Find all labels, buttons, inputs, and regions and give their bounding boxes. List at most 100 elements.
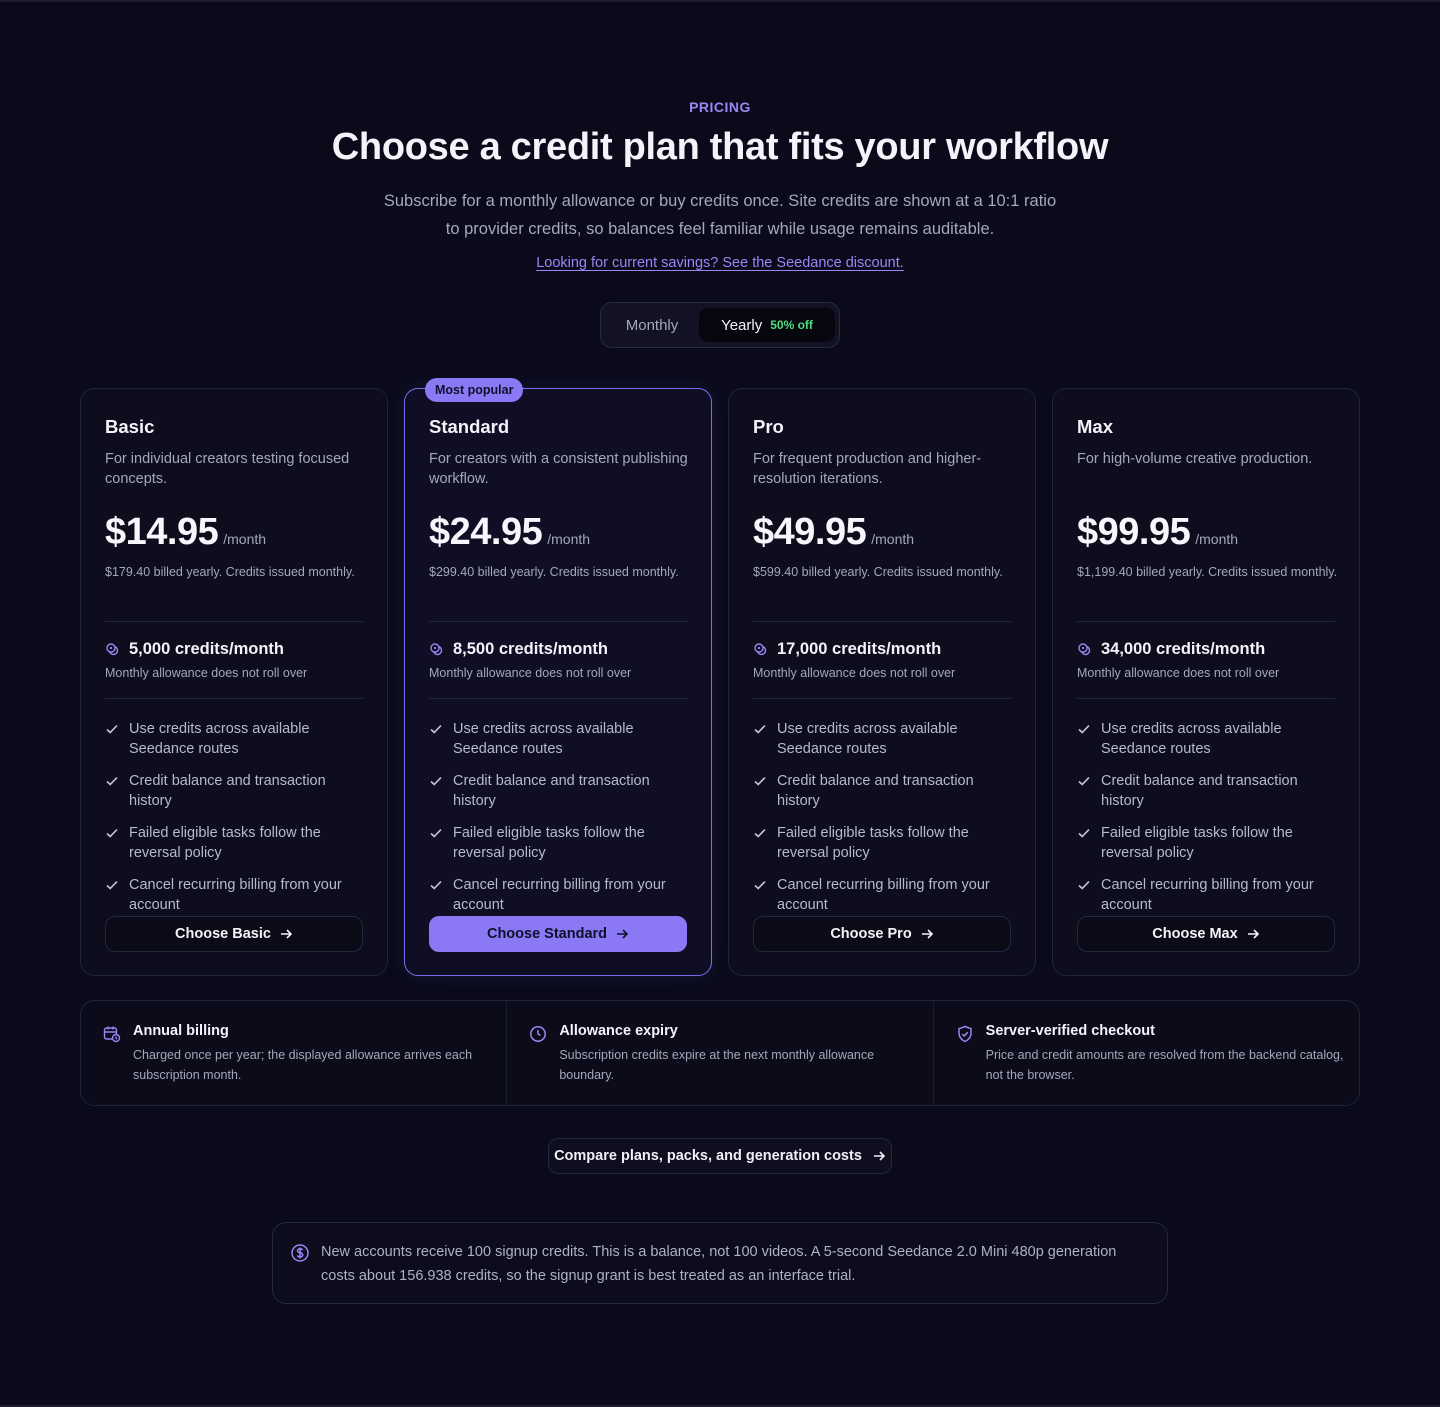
price-amount: $24.95 [429, 511, 543, 553]
coins-icon [1078, 642, 1091, 655]
toggle-yearly[interactable]: Yearly 50% off [699, 308, 835, 342]
coins-icon [430, 642, 443, 655]
price-amount: $49.95 [753, 511, 867, 553]
info-allowance-expiry: Allowance expiry Subscription credits ex… [506, 1001, 932, 1105]
feature-item: Use credits across available Seedance ro… [429, 719, 691, 759]
feature-item: Credit balance and transaction history [753, 771, 1015, 811]
check-icon [106, 724, 118, 734]
credits-row: 34,000 credits/month [1077, 640, 1265, 659]
plan-name: Basic [105, 416, 155, 437]
shield-check-icon [957, 1025, 972, 1043]
divider [429, 698, 687, 699]
plan-description: For creators with a consistent publishin… [429, 451, 688, 487]
info-title: Allowance expiry [559, 1023, 678, 1039]
arrow-right-icon [921, 929, 933, 939]
info-strip: Annual billing Charged once per year; th… [80, 1000, 1360, 1106]
credits-amount: 8,500 credits/month [453, 640, 608, 658]
price-period: /month [547, 531, 591, 547]
check-icon [1078, 776, 1090, 786]
price-amount: $99.95 [1077, 511, 1191, 553]
clock-icon [530, 1026, 547, 1042]
compare-plans-button[interactable]: Compare plans, packs, and generation cos… [548, 1138, 892, 1174]
price-amount: $14.95 [105, 511, 219, 553]
info-text: Price and credit amounts are resolved fr… [985, 1048, 1344, 1082]
check-icon [754, 776, 766, 786]
check-icon [754, 724, 766, 734]
arrow-right-icon [617, 929, 629, 939]
discount-badge: 50% off [770, 318, 813, 332]
feature-item: Cancel recurring billing from your accou… [753, 875, 1015, 915]
cta-label: Choose Max [1152, 926, 1238, 942]
credits-row: 5,000 credits/month [105, 640, 284, 659]
plan-price: $99.95 /month [1077, 511, 1238, 554]
rollover-note: Monthly allowance does not roll over [753, 666, 956, 680]
choose-max-button[interactable]: Choose Max [1077, 916, 1335, 952]
check-icon [1078, 828, 1090, 838]
feature-item: Use credits across available Seedance ro… [105, 719, 367, 759]
rollover-note: Monthly allowance does not roll over [105, 666, 308, 680]
check-icon [430, 828, 442, 838]
toggle-monthly[interactable]: Monthly [607, 308, 697, 342]
discount-link[interactable]: Looking for current savings? See the See… [536, 255, 904, 271]
plan-card-standard: Most popular Standard For creators with … [404, 378, 712, 976]
billed-note: $299.40 billed yearly. Credits issued mo… [429, 565, 679, 579]
toggle-monthly-label: Monthly [625, 316, 679, 334]
cta-label: Choose Pro [830, 926, 912, 942]
check-icon [430, 776, 442, 786]
feature-item: Cancel recurring billing from your accou… [1077, 875, 1339, 915]
plan-price: $24.95 /month [429, 511, 590, 554]
divider [1077, 698, 1335, 699]
plan-name: Pro [753, 416, 784, 437]
choose-basic-button[interactable]: Choose Basic [105, 916, 363, 952]
compare-label: Compare plans, packs, and generation cos… [554, 1148, 862, 1164]
check-icon [1078, 724, 1090, 734]
plan-description: For individual creators testing focused … [105, 451, 350, 487]
page-title: Choose a credit plan that fits your work… [331, 126, 1109, 168]
feature-item: Use credits across available Seedance ro… [1077, 719, 1339, 759]
choose-standard-button[interactable]: Choose Standard [429, 916, 687, 952]
eyebrow-label: PRICING [689, 99, 751, 115]
plan-description: For frequent production and higher-resol… [753, 451, 982, 487]
billed-note: $1,199.40 billed yearly. Credits issued … [1077, 565, 1338, 579]
check-icon [430, 724, 442, 734]
plan-price: $14.95 /month [105, 511, 266, 554]
check-icon [106, 776, 118, 786]
feature-item: Credit balance and transaction history [429, 771, 691, 811]
price-period: /month [871, 531, 915, 547]
feature-item: Cancel recurring billing from your accou… [105, 875, 367, 915]
info-text: Charged once per year; the displayed all… [133, 1048, 473, 1082]
feature-item: Credit balance and transaction history [105, 771, 367, 811]
cta-label: Choose Basic [175, 926, 271, 942]
divider [753, 698, 1011, 699]
rollover-note: Monthly allowance does not roll over [1077, 666, 1280, 680]
feature-item: Credit balance and transaction history [1077, 771, 1339, 811]
plan-card-pro: Pro For frequent production and higher-r… [728, 388, 1036, 976]
notice-text: New accounts receive 100 signup credits.… [321, 1244, 1117, 1284]
choose-pro-button[interactable]: Choose Pro [753, 916, 1011, 952]
info-server-checkout: Server-verified checkout Price and credi… [932, 1001, 1359, 1105]
divider [105, 698, 363, 699]
feature-list: Use credits across available Seedance ro… [1077, 719, 1339, 927]
feature-item: Failed eligible tasks follow the reversa… [429, 823, 691, 863]
plan-name: Standard [429, 416, 510, 437]
plan-name: Max [1077, 416, 1113, 437]
page-subtitle: Subscribe for a monthly allowance or buy… [383, 192, 1057, 238]
dollar-circle-icon [291, 1244, 309, 1262]
credits-amount: 5,000 credits/month [129, 640, 284, 658]
credits-row: 8,500 credits/month [429, 640, 608, 659]
feature-item: Failed eligible tasks follow the reversa… [105, 823, 367, 863]
check-icon [754, 880, 766, 890]
plan-card-max: Max For high-volume creative production.… [1052, 388, 1360, 976]
price-period: /month [223, 531, 267, 547]
feature-item: Failed eligible tasks follow the reversa… [1077, 823, 1339, 863]
plan-price: $49.95 /month [753, 511, 914, 554]
price-period: /month [1195, 531, 1239, 547]
feature-list: Use credits across available Seedance ro… [429, 719, 691, 927]
feature-item: Failed eligible tasks follow the reversa… [753, 823, 1015, 863]
plan-card-basic: Basic For individual creators testing fo… [80, 388, 388, 976]
toggle-yearly-label: Yearly [721, 316, 763, 334]
divider [429, 621, 687, 622]
arrow-right-icon [873, 1151, 886, 1161]
info-title: Annual billing [133, 1023, 229, 1039]
cta-label: Choose Standard [486, 926, 608, 942]
